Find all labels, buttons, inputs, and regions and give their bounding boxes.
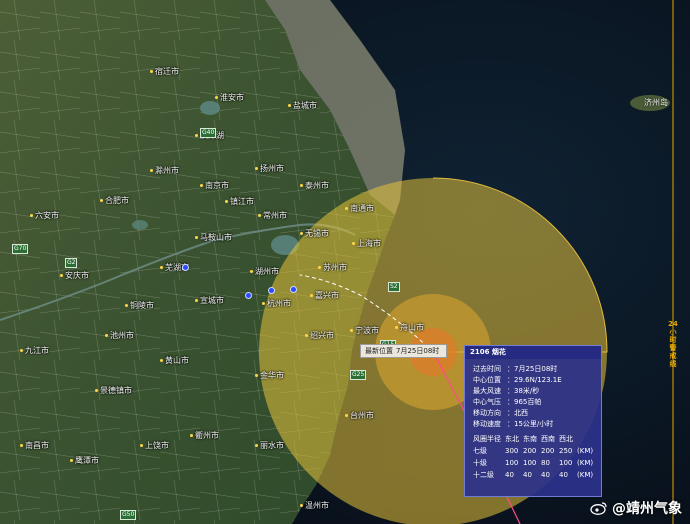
chaohu-lake: [132, 220, 148, 230]
city-label: 嘉兴市: [310, 290, 339, 301]
station-marker[interactable]: [290, 286, 297, 293]
city-label: 南通市: [345, 203, 374, 214]
city-label: 杭州市: [262, 298, 291, 309]
city-label: 扬州市: [255, 163, 284, 174]
hongze-lake: [200, 101, 220, 115]
highway-shield: S2: [388, 282, 400, 292]
highway-shield: G40: [200, 128, 217, 138]
watermark-text: @靖州气象: [612, 501, 682, 517]
info-row: 中心气压 ：965百帕: [473, 398, 542, 406]
city-label: 镇江市: [225, 196, 254, 207]
city-label: 黄山市: [160, 355, 189, 366]
city-label: 宿迁市: [150, 66, 179, 77]
info-row: 移动方向 ：北西: [473, 409, 528, 417]
city-label: 宁波市: [350, 325, 379, 336]
highway-shield: G70: [12, 244, 29, 254]
watermark: @靖州气象: [590, 498, 682, 518]
station-marker[interactable]: [182, 264, 189, 271]
city-label: 衢州市: [190, 430, 219, 441]
latest-position-time: 7月25日08时: [396, 347, 440, 355]
city-label: 湖州市: [250, 266, 279, 277]
city-label: 安庆市: [60, 270, 89, 281]
city-label: 无锡市: [300, 228, 329, 239]
city-label: 合肥市: [100, 195, 129, 206]
city-label: 鹰潭市: [70, 455, 99, 466]
highway-shield: G50: [120, 510, 137, 520]
typhoon-info-panel: 2106 烟花 过去时间 ：7月25日08时 中心位置 ：29.6N/123.1E …: [464, 345, 602, 497]
station-marker[interactable]: [245, 292, 252, 299]
wind-radius-row: 七级 300 200 200 250 (KM): [473, 446, 594, 455]
latest-position-label: 最新位置: [365, 347, 393, 355]
city-label: 丽水市: [255, 440, 284, 451]
info-row: 过去时间 ：7月25日08时: [473, 365, 558, 373]
city-label: 宣城市: [195, 295, 224, 306]
info-row: 中心位置 ：29.6N/123.1E: [473, 376, 562, 384]
city-label: 金华市: [255, 370, 284, 381]
latest-position-tag: 最新位置 7月25日08时: [360, 344, 448, 358]
island-label: 济州岛: [644, 98, 668, 107]
city-label: 淮安市: [215, 92, 244, 103]
wind-radius-header: 风圈半径 东北 东南 西南 西北: [473, 434, 573, 443]
city-label: 盐城市: [288, 100, 317, 111]
map-view[interactable]: 宿迁市 淮安市 盐城市 洪泽湖 滁州市 合肥市 南京市 扬州市 泰州市 南通市 …: [0, 0, 690, 524]
highway-shield: G2: [65, 258, 78, 268]
wind-radius-row: 十级 100 100 80 100 (KM): [473, 458, 594, 467]
city-label: 上海市: [352, 238, 381, 249]
city-label: 泰州市: [300, 180, 329, 191]
city-label: 景德镇市: [95, 385, 132, 396]
city-label: 九江市: [20, 345, 49, 356]
city-label: 台州市: [345, 410, 374, 421]
alert-line-label: 24小时警戒线: [668, 320, 678, 368]
city-label: 南京市: [200, 180, 229, 191]
wind-radius-row: 十二级 40 40 40 40 (KM): [473, 470, 594, 479]
station-marker[interactable]: [268, 287, 275, 294]
wind-radius-table: 风圈半径 东北 东南 西南 西北 七级 300 200 200 250 (KM)…: [471, 433, 595, 481]
city-label: 铜陵市: [125, 300, 154, 311]
city-label: 绍兴市: [305, 330, 334, 341]
city-label: 苏州市: [318, 262, 347, 273]
city-label: 常州市: [258, 210, 287, 221]
info-row: 最大风速 ：38米/秒: [473, 387, 540, 395]
city-label: 温州市: [300, 500, 329, 511]
weibo-icon: [590, 502, 607, 515]
city-label: 舟山市: [395, 322, 424, 333]
city-label: 上饶市: [140, 440, 169, 451]
city-label: 六安市: [30, 210, 59, 221]
highway-shield: G25: [350, 370, 367, 380]
city-label: 南昌市: [20, 440, 49, 451]
info-row: 移动速度 ：15公里/小时: [473, 420, 554, 428]
city-label: 马鞍山市: [195, 232, 232, 243]
city-label: 池州市: [105, 330, 134, 341]
city-label: 滁州市: [150, 165, 179, 176]
typhoon-name: 2106 烟花: [465, 346, 601, 359]
